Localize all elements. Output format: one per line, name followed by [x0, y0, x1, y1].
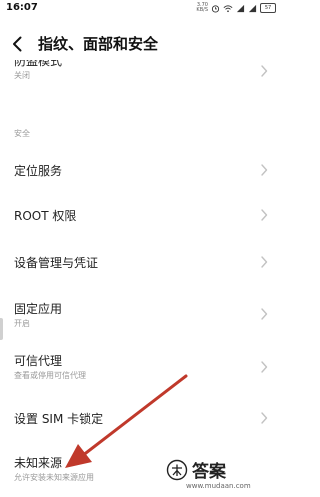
watermark-logo-icon [166, 459, 188, 481]
settings-item-subtitle: 允许安装未知来源应用 [14, 473, 94, 482]
battery-icon: 57 [260, 3, 276, 13]
net-speed: 3.70 KB/S [196, 2, 208, 13]
settings-item-label: 固定应用 [14, 302, 63, 316]
settings-item-label: 定位服务 [14, 164, 63, 178]
battery-level: 57 [264, 5, 272, 11]
watermark: 答案 www.mudaan.com [164, 456, 280, 497]
chevron-right-icon [261, 256, 268, 268]
chevron-right-icon [261, 412, 268, 424]
status-icons: 3.70 KB/S 57 [196, 1, 276, 15]
settings-item-label: 设备管理与凭证 [14, 256, 99, 270]
settings-item-device-admin[interactable]: 设备管理与凭证 [0, 242, 280, 282]
page-header: 指纹、面部和安全 [0, 28, 280, 60]
status-time: 16:07 [6, 2, 38, 13]
settings-item-label: 设置 SIM 卡锁定 [14, 412, 104, 426]
settings-item-subtitle: 开启 [14, 319, 30, 328]
settings-item-label: 可信代理 [14, 354, 63, 368]
status-bar: 16:07 3.70 KB/S 57 [0, 0, 280, 16]
settings-item-subtitle: 关闭 [14, 71, 30, 80]
settings-item-trust-agents[interactable]: 可信代理 查看或停用可信代理 [0, 345, 280, 389]
settings-item-location[interactable]: 定位服务 [0, 150, 280, 190]
settings-item-screen-pinning[interactable]: 固定应用 开启 [0, 292, 280, 336]
signal-icon [236, 4, 245, 12]
settings-item-anti-theft[interactable]: 防盗模式 关闭 [0, 60, 280, 90]
chevron-right-icon [261, 164, 268, 176]
chevron-right-icon [261, 65, 268, 77]
settings-item-root[interactable]: ROOT 权限 [0, 195, 280, 235]
alarm-icon [211, 4, 220, 13]
settings-item-label: 未知来源 [14, 456, 63, 470]
page-title: 指纹、面部和安全 [38, 35, 159, 53]
watermark-url: www.mudaan.com [186, 482, 251, 490]
section-header-security: 安全 [14, 129, 30, 138]
settings-item-sim-lock[interactable]: 设置 SIM 卡锁定 [0, 398, 280, 438]
settings-item-label: ROOT 权限 [14, 209, 77, 223]
settings-item-label: 防盗模式 [14, 60, 63, 68]
signal-icon [248, 4, 257, 12]
wifi-icon [223, 4, 233, 12]
watermark-title: 答案 [192, 462, 226, 482]
chevron-right-icon [261, 361, 268, 373]
chevron-right-icon [261, 308, 268, 320]
settings-item-subtitle: 查看或停用可信代理 [14, 371, 86, 380]
chevron-right-icon [261, 209, 268, 221]
chevron-left-icon[interactable] [8, 34, 28, 54]
edge-handle[interactable] [0, 318, 3, 340]
